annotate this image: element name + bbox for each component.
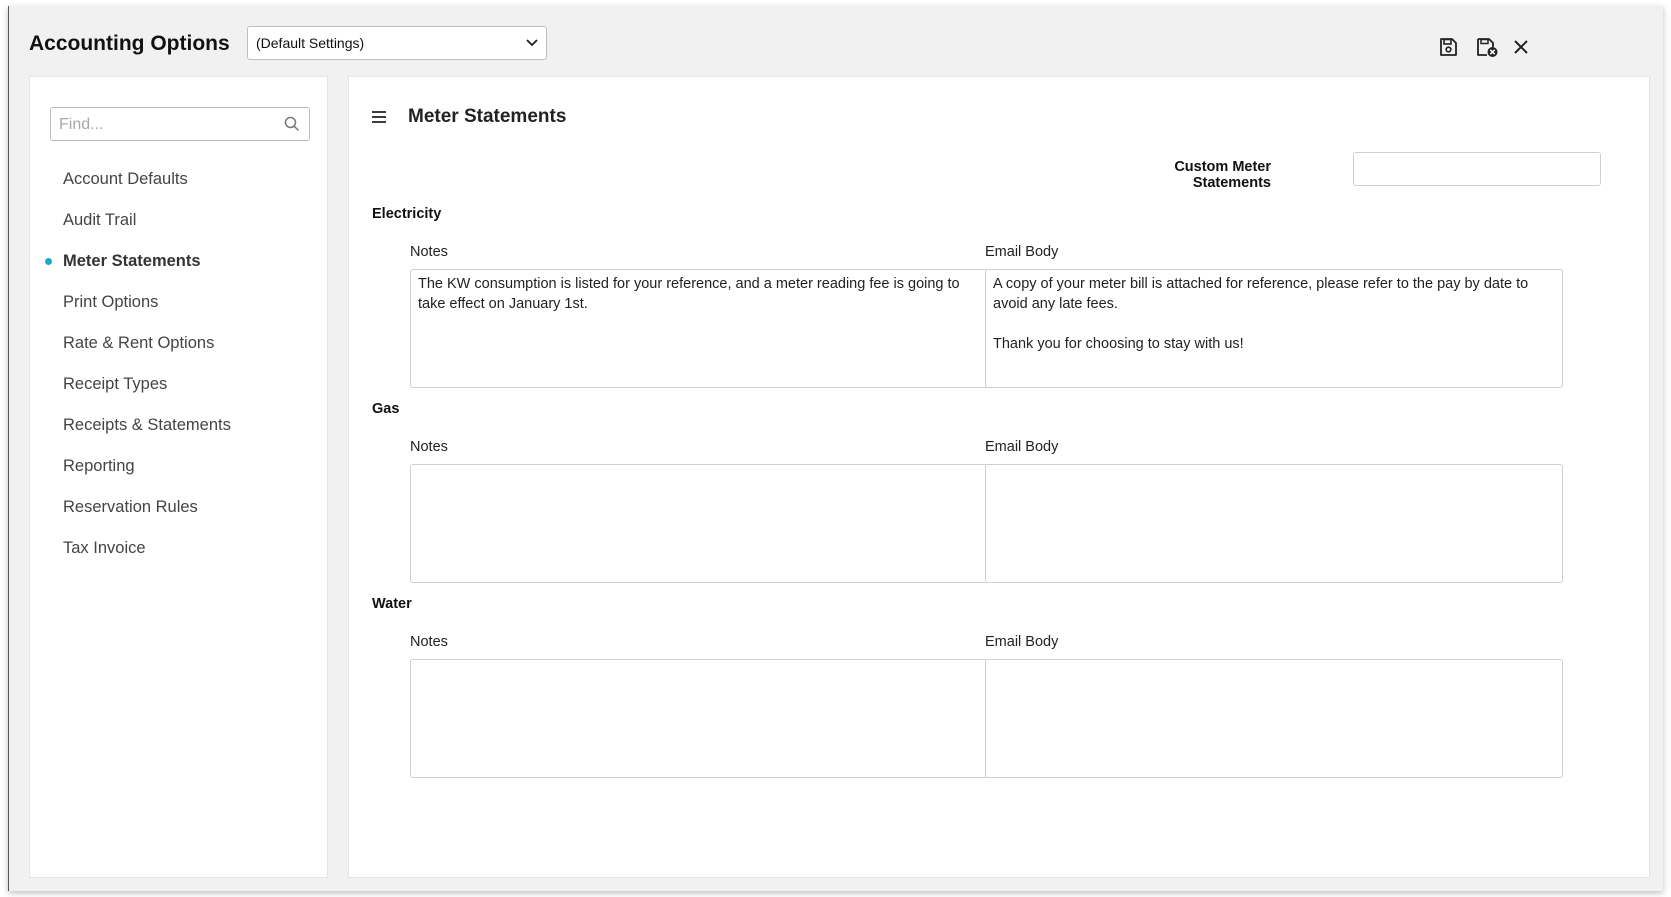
save-close-icon bbox=[1475, 36, 1499, 63]
title-bar: Accounting Options (Default Settings) bbox=[9, 6, 1663, 78]
water-email-body-textarea[interactable] bbox=[985, 659, 1563, 778]
profile-select[interactable]: (Default Settings) bbox=[247, 26, 547, 60]
electricity-notes-textarea[interactable]: The KW consumption is listed for your re… bbox=[410, 269, 988, 388]
save-and-close-button[interactable] bbox=[1474, 36, 1500, 62]
close-icon bbox=[1513, 39, 1529, 60]
section-title-electricity: Electricity bbox=[372, 206, 442, 222]
sidebar-item-audit-trail[interactable]: Audit Trail bbox=[30, 200, 327, 241]
electricity-notes-label: Notes bbox=[410, 244, 448, 260]
sidebar-item-tax-invoice[interactable]: Tax Invoice bbox=[30, 528, 327, 569]
electricity-email-body-textarea[interactable]: A copy of your meter bill is attached fo… bbox=[985, 269, 1563, 388]
close-button[interactable] bbox=[1508, 36, 1534, 62]
sidebar-item-reporting[interactable]: Reporting bbox=[30, 446, 327, 487]
custom-meter-statements-input[interactable] bbox=[1353, 152, 1601, 186]
main-panel: Meter Statements Custom Meter Statements… bbox=[348, 76, 1650, 878]
save-icon bbox=[1438, 37, 1458, 62]
profile-select-value: (Default Settings) bbox=[256, 35, 365, 51]
section-title-water: Water bbox=[372, 596, 412, 612]
window-title: Accounting Options bbox=[29, 32, 230, 55]
sidebar-item-meter-statements[interactable]: Meter Statements bbox=[30, 241, 327, 282]
sidebar-item-receipts-statements[interactable]: Receipts & Statements bbox=[30, 405, 327, 446]
search-icon[interactable] bbox=[284, 116, 300, 137]
water-notes-label: Notes bbox=[410, 634, 448, 650]
save-button[interactable] bbox=[1435, 36, 1461, 62]
section-title-gas: Gas bbox=[372, 401, 400, 417]
sidebar-item-reservation-rules[interactable]: Reservation Rules bbox=[30, 487, 327, 528]
water-notes-textarea[interactable] bbox=[410, 659, 988, 778]
chevron-down-icon bbox=[526, 36, 538, 50]
sidebar-item-rate-rent-options[interactable]: Rate & Rent Options bbox=[30, 323, 327, 364]
water-email-body-label: Email Body bbox=[985, 634, 1059, 650]
hamburger-icon bbox=[371, 111, 387, 128]
gas-email-body-textarea[interactable] bbox=[985, 464, 1563, 583]
gas-notes-label: Notes bbox=[410, 439, 448, 455]
gas-notes-textarea[interactable] bbox=[410, 464, 988, 583]
sidebar-nav: Account Defaults Audit Trail Meter State… bbox=[30, 159, 327, 569]
search-input[interactable] bbox=[57, 109, 276, 141]
electricity-email-body-label: Email Body bbox=[985, 244, 1059, 260]
custom-meter-statements-label: Custom Meter Statements bbox=[1174, 159, 1271, 191]
sidebar-search bbox=[50, 107, 310, 141]
accounting-options-window: Accounting Options (Default Settings) Fi… bbox=[8, 6, 1663, 891]
gas-email-body-label: Email Body bbox=[985, 439, 1059, 455]
sidebar: Account Defaults Audit Trail Meter State… bbox=[29, 76, 328, 878]
sidebar-item-receipt-types[interactable]: Receipt Types bbox=[30, 364, 327, 405]
sidebar-item-account-defaults[interactable]: Account Defaults bbox=[30, 159, 327, 200]
sidebar-item-print-options[interactable]: Print Options bbox=[30, 282, 327, 323]
page-title: Meter Statements bbox=[408, 106, 567, 127]
menu-toggle-button[interactable] bbox=[371, 110, 387, 129]
